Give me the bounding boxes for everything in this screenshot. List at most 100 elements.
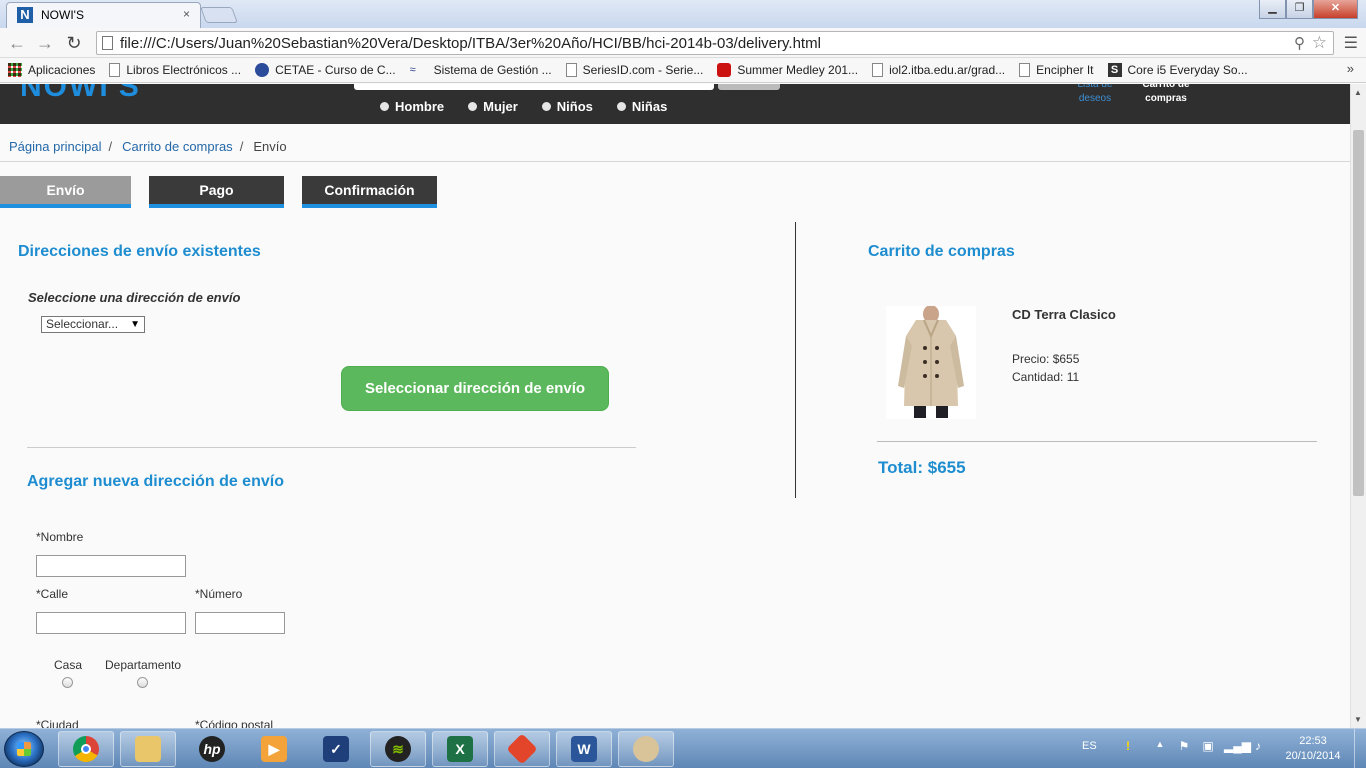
category-mujer[interactable]: Mujer bbox=[468, 99, 518, 114]
tab-close-icon[interactable]: × bbox=[183, 7, 190, 21]
alert-icon[interactable]: ! bbox=[1120, 739, 1136, 755]
clock-date: 20/10/2014 bbox=[1285, 750, 1341, 762]
tab-confirmacion[interactable]: Confirmación bbox=[302, 176, 437, 208]
cart-link[interactable]: Carrito de compras bbox=[1136, 84, 1196, 106]
checkout-steps: Envío Pago Confirmación bbox=[0, 176, 455, 208]
zoom-magnifier-icon[interactable]: ⚲ bbox=[1294, 34, 1305, 52]
bookmark-encipher[interactable]: Encipher It bbox=[1019, 63, 1094, 77]
breadcrumb-separator: / bbox=[108, 139, 113, 154]
departamento-radio[interactable] bbox=[137, 677, 148, 688]
bookmark-core-i5[interactable]: S Core i5 Everyday So... bbox=[1107, 63, 1248, 77]
tab-envio[interactable]: Envío bbox=[0, 176, 131, 208]
volume-icon[interactable]: ♪ bbox=[1250, 739, 1266, 755]
category-ninas[interactable]: Niñas bbox=[616, 99, 667, 114]
tab-pago[interactable]: Pago bbox=[149, 176, 284, 208]
bookmark-label: Encipher It bbox=[1036, 63, 1094, 77]
start-button[interactable] bbox=[4, 731, 44, 767]
coat-image bbox=[886, 305, 976, 419]
page-viewport: NOWI'S Hombre Mujer Niños Niñas Lista de… bbox=[0, 84, 1350, 728]
browser-tabstrip: N NOWI'S × ▁ ❐ ✕ bbox=[0, 0, 1366, 28]
chrome-icon bbox=[73, 736, 99, 762]
taskbar-media[interactable]: ▶ bbox=[246, 731, 302, 767]
breadcrumb-separator: / bbox=[239, 139, 244, 154]
site-search-input[interactable] bbox=[354, 84, 714, 90]
reload-icon[interactable]: ↻ bbox=[63, 32, 85, 54]
bookmark-aplicaciones[interactable]: Aplicaciones bbox=[8, 63, 95, 77]
bookmark-label: Libros Electrónicos ... bbox=[126, 63, 242, 77]
taskbar-app-check[interactable]: ✓ bbox=[308, 731, 364, 767]
numero-field[interactable] bbox=[195, 612, 285, 634]
category-label: Mujer bbox=[483, 99, 518, 114]
page-scrollbar[interactable]: ▲ ▼ bbox=[1350, 84, 1366, 728]
category-ninos[interactable]: Niños bbox=[541, 99, 593, 114]
restore-icon[interactable]: ❐ bbox=[1286, 0, 1313, 19]
casa-radio[interactable] bbox=[62, 677, 73, 688]
taskbar-word[interactable]: W bbox=[556, 731, 612, 767]
bookmark-star-icon[interactable]: ☆ bbox=[1312, 33, 1327, 53]
price-value: $655 bbox=[1052, 352, 1080, 366]
radio-icon bbox=[616, 102, 626, 111]
bookmark-summer[interactable]: Summer Medley 201... bbox=[717, 63, 858, 77]
taskbar-hp[interactable]: hp bbox=[184, 731, 240, 767]
taskbar-chrome[interactable] bbox=[58, 731, 114, 767]
taskbar-git[interactable] bbox=[494, 731, 550, 767]
bookmark-sistema[interactable]: ≈ Sistema de Gestión ... bbox=[410, 63, 552, 77]
browser-tab[interactable]: N NOWI'S × bbox=[6, 2, 201, 28]
taskbar-excel[interactable]: X bbox=[432, 731, 488, 767]
calle-label: *Calle bbox=[36, 587, 69, 601]
category-label: Niños bbox=[556, 99, 593, 114]
casa-label: Casa bbox=[54, 658, 83, 672]
scroll-down-icon[interactable]: ▼ bbox=[1354, 715, 1362, 724]
address-select[interactable]: Seleccionar... ▼ bbox=[41, 316, 145, 333]
site-logo[interactable]: NOWI'S bbox=[20, 84, 141, 104]
browser-toolbar: ← → ↻ file:///C:/Users/Juan%20Sebastian%… bbox=[0, 28, 1366, 58]
system-clock[interactable]: 22:53 20/10/2014 bbox=[1283, 734, 1343, 764]
dropdown-arrow-icon: ▼ bbox=[130, 319, 140, 330]
flag-icon[interactable]: ⚑ bbox=[1176, 739, 1192, 755]
back-arrow-icon[interactable]: ← bbox=[6, 32, 28, 54]
taskbar-paint[interactable] bbox=[618, 731, 674, 767]
hamburger-menu-icon[interactable]: ☰ bbox=[1344, 33, 1358, 53]
site-favicon-icon: N bbox=[17, 7, 33, 23]
scrollbar-thumb[interactable] bbox=[1353, 130, 1364, 496]
ciudad-label: *Ciudad bbox=[36, 718, 79, 728]
check-app-icon: ✓ bbox=[323, 736, 349, 762]
nombre-field[interactable] bbox=[36, 555, 186, 577]
url-text[interactable]: file:///C:/Users/Juan%20Sebastian%20Vera… bbox=[120, 35, 821, 52]
bookmark-label: Aplicaciones bbox=[28, 63, 96, 77]
taskbar-spotify[interactable]: ≋ bbox=[370, 731, 426, 767]
radio-icon bbox=[541, 102, 551, 111]
new-address-title: Agregar nueva dirección de envío bbox=[27, 473, 284, 490]
taskbar-explorer[interactable] bbox=[120, 731, 176, 767]
select-address-button[interactable]: Seleccionar dirección de envío bbox=[341, 366, 609, 411]
calle-field[interactable] bbox=[36, 612, 186, 634]
category-label: Hombre bbox=[395, 99, 445, 114]
bookmark-cetae[interactable]: CETAE - Curso de C... bbox=[255, 63, 396, 77]
scroll-up-icon[interactable]: ▲ bbox=[1354, 88, 1362, 97]
language-indicator[interactable]: ES bbox=[1082, 740, 1097, 752]
bookmark-seriesid[interactable]: SeriesID.com - Serie... bbox=[565, 63, 703, 77]
network-icon[interactable]: ▂▄▆ bbox=[1224, 739, 1251, 755]
forward-arrow-icon[interactable]: → bbox=[34, 32, 56, 54]
more-bookmarks-icon[interactable]: » bbox=[1347, 61, 1354, 76]
site-search-button[interactable] bbox=[718, 84, 780, 90]
category-hombre[interactable]: Hombre bbox=[380, 99, 444, 114]
window-close-icon[interactable]: ✕ bbox=[1313, 0, 1358, 19]
wave-icon: ≈ bbox=[409, 64, 416, 76]
breadcrumb-cart[interactable]: Carrito de compras bbox=[122, 139, 233, 154]
address-bar[interactable]: file:///C:/Users/Juan%20Sebastian%20Vera… bbox=[96, 31, 1334, 55]
tray-expand-icon[interactable]: ▲ bbox=[1152, 739, 1168, 755]
nombre-label: *Nombre bbox=[36, 530, 84, 544]
product-image[interactable] bbox=[886, 305, 976, 419]
new-tab-button[interactable] bbox=[200, 7, 238, 23]
wishlist-link[interactable]: Lista de deseos bbox=[1072, 84, 1118, 106]
total-label: Total: bbox=[878, 458, 924, 477]
bookmark-iol2[interactable]: iol2.itba.edu.ar/grad... bbox=[872, 63, 1005, 77]
bookmark-libros[interactable]: Libros Electrónicos ... bbox=[109, 63, 241, 77]
media-player-icon: ▶ bbox=[261, 736, 287, 762]
device-icon[interactable]: ▣ bbox=[1200, 739, 1216, 755]
product-name[interactable]: CD Terra Clasico bbox=[1012, 307, 1116, 322]
breadcrumb-home[interactable]: Página principal bbox=[9, 139, 102, 154]
minimize-icon[interactable]: ▁ bbox=[1259, 0, 1286, 19]
show-desktop-button[interactable] bbox=[1354, 729, 1366, 768]
